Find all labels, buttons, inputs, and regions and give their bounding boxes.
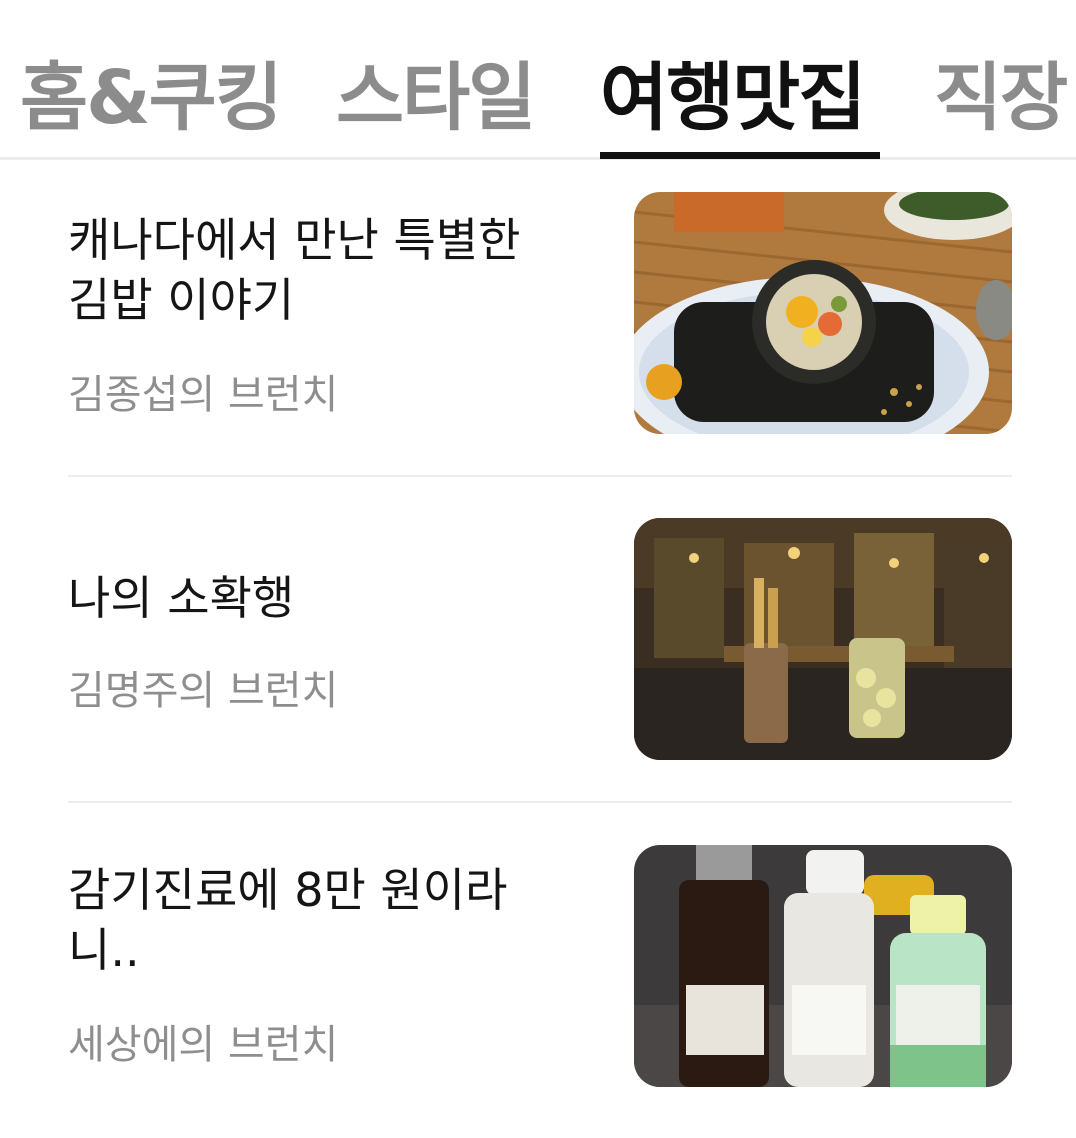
article-title[interactable]: 캐나다에서 만난 특별한 김밥 이야기 <box>68 210 608 330</box>
divider <box>68 475 1012 477</box>
article-item-kimbap[interactable]: 캐나다에서 만난 특별한 김밥 이야기 김종섭의 브런치 <box>0 160 1076 486</box>
tab-work[interactable]: 직장 <box>934 38 1068 145</box>
tab-home-cooking[interactable]: 홈&쿠킹 <box>20 38 283 145</box>
article-title[interactable]: 나의 소확행 <box>68 568 608 628</box>
category-tab-bar: 홈&쿠킹 스타일 여행맛집 직장 <box>0 0 1076 160</box>
article-title[interactable]: 감기진료에 8만 원이라 니.. <box>68 860 608 980</box>
tab-style[interactable]: 스타일 <box>336 38 536 145</box>
article-author: 김종섭의 브런치 <box>68 372 339 418</box>
restaurant-bar-photo-icon[interactable] <box>634 518 1012 760</box>
active-tab-indicator <box>600 152 880 159</box>
article-item-small-happiness[interactable]: 나의 소확행 김명주의 브런치 <box>0 486 1076 812</box>
kimbap-photo-icon[interactable] <box>634 192 1012 434</box>
article-author: 세상에의 브런치 <box>68 1022 339 1068</box>
article-author: 김명주의 브런치 <box>68 668 339 714</box>
medicine-bottles-photo-icon[interactable] <box>634 845 1012 1087</box>
tab-travel-food[interactable]: 여행맛집 <box>600 38 866 145</box>
article-item-cold-treatment[interactable]: 감기진료에 8만 원이라 니.. 세상에의 브런치 <box>0 812 1076 1138</box>
divider <box>68 801 1012 803</box>
